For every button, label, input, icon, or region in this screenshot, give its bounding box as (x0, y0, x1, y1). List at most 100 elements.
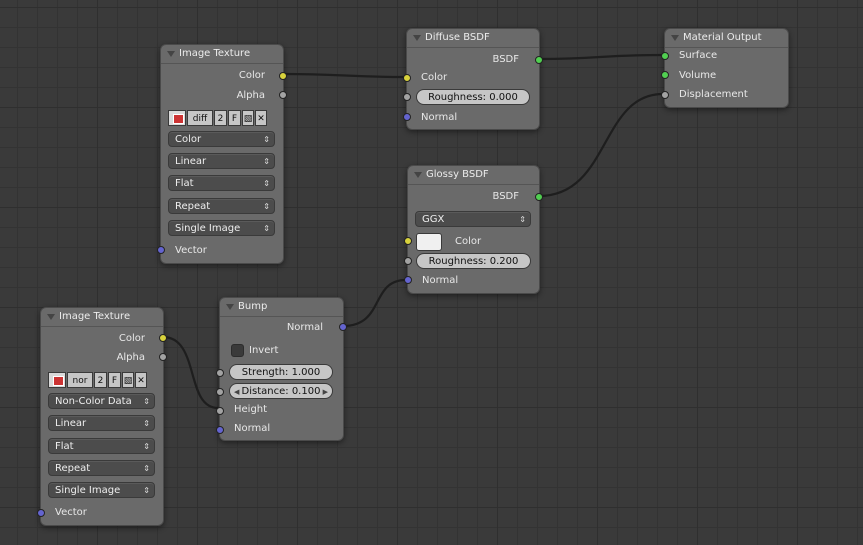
output-color-socket[interactable] (159, 334, 167, 342)
input-surface-socket[interactable] (661, 52, 669, 60)
collapse-triangle-icon[interactable] (226, 304, 234, 310)
input-height-socket[interactable] (216, 407, 224, 415)
roughness-field[interactable]: Roughness: 0.000 (416, 89, 530, 105)
dropdown-arrows-icon: ⇕ (263, 157, 270, 166)
extension-dropdown[interactable]: Repeat ⇕ (48, 460, 155, 476)
image-browse-icon[interactable] (48, 372, 66, 388)
collapse-triangle-icon[interactable] (414, 172, 422, 178)
collapse-triangle-icon[interactable] (671, 35, 679, 41)
fake-user-button[interactable]: F (108, 372, 121, 388)
output-alpha-socket[interactable] (279, 91, 287, 99)
interpolation-dropdown[interactable]: Linear ⇕ (168, 153, 275, 169)
fake-user-button[interactable]: F (228, 110, 241, 126)
input-color-label: Color (455, 236, 482, 247)
strength-field[interactable]: Strength: 1.000 (229, 364, 333, 380)
input-displacement-label: Displacement (679, 89, 748, 100)
link-img2-color-to-bump-height (162, 335, 219, 410)
increment-arrow-icon[interactable]: ▶ (323, 384, 328, 400)
input-color-socket[interactable] (403, 74, 411, 82)
input-roughness-socket[interactable] (404, 257, 412, 265)
input-normal-socket[interactable] (404, 276, 412, 284)
output-bsdf-socket[interactable] (535, 56, 543, 64)
material-output-node[interactable]: Material Output Surface Volume Displacem… (661, 28, 789, 108)
output-normal-label: Normal (286, 322, 323, 333)
color-space-dropdown[interactable]: Non-Color Data ⇕ (48, 393, 155, 409)
input-surface-label: Surface (679, 50, 718, 61)
distance-field[interactable]: ◀ Distance: 0.100 ▶ (229, 383, 333, 399)
node-title: Glossy BSDF (426, 169, 489, 180)
node-header[interactable]: Bump (220, 298, 343, 317)
invert-label: Invert (249, 345, 279, 356)
image-users-count[interactable]: 2 (214, 110, 227, 126)
image-users-count[interactable]: 2 (94, 372, 107, 388)
input-vector-socket[interactable] (157, 246, 165, 254)
unlink-image-icon[interactable]: ✕ (255, 110, 267, 126)
output-normal-socket[interactable] (339, 323, 347, 331)
image-texture-node-nor[interactable]: Image Texture Color Alpha nor 2 F ▧ ✕ No… (37, 307, 167, 526)
projection-dropdown[interactable]: Flat ⇕ (168, 175, 275, 191)
invert-checkbox[interactable] (231, 344, 244, 357)
output-bsdf-socket[interactable] (535, 193, 543, 201)
unlink-image-icon[interactable]: ✕ (135, 372, 147, 388)
distribution-dropdown[interactable]: GGX ⇕ (415, 211, 531, 227)
link-img1-color-to-diffuse-color (282, 72, 406, 79)
image-datablock-row[interactable]: nor 2 F ▧ ✕ (48, 372, 147, 388)
input-strength-socket[interactable] (216, 369, 224, 377)
input-displacement-socket[interactable] (661, 91, 669, 99)
image-browse-icon[interactable] (168, 110, 186, 126)
color-space-dropdown[interactable]: Color ⇕ (168, 131, 275, 147)
input-roughness-socket[interactable] (403, 93, 411, 101)
node-title: Image Texture (179, 48, 251, 59)
node-header[interactable]: Material Output (665, 29, 788, 48)
open-image-icon[interactable]: ▧ (122, 372, 134, 388)
image-datablock-row[interactable]: diff 2 F ▧ ✕ (168, 110, 267, 126)
dropdown-arrows-icon: ⇕ (143, 486, 150, 495)
glossy-bsdf-node[interactable]: Glossy BSDF BSDF GGX ⇕ Color Roughness: 0… (404, 165, 543, 294)
input-normal-socket[interactable] (403, 113, 411, 121)
input-normal-label: Normal (421, 112, 458, 123)
source-dropdown[interactable]: Single Image ⇕ (48, 482, 155, 498)
dropdown-arrows-icon: ⇕ (519, 215, 526, 224)
dropdown-arrows-icon: ⇕ (143, 464, 150, 473)
link-glossy-bsdf-to-output-displacement (538, 92, 664, 198)
image-texture-node-diff[interactable]: Image Texture Color Alpha diff 2 F ▧ ✕ C… (157, 44, 287, 264)
collapse-triangle-icon[interactable] (413, 35, 421, 41)
node-header[interactable]: Image Texture (161, 45, 283, 64)
input-volume-socket[interactable] (661, 71, 669, 79)
input-vector-socket[interactable] (37, 509, 45, 517)
output-color-label: Color (118, 333, 145, 344)
diffuse-bsdf-node[interactable]: Diffuse BSDF BSDF Color Roughness: 0.000… (403, 28, 543, 130)
node-header[interactable]: Diffuse BSDF (407, 29, 539, 48)
output-alpha-socket[interactable] (159, 353, 167, 361)
output-alpha-label: Alpha (236, 90, 265, 101)
projection-dropdown[interactable]: Flat ⇕ (48, 438, 155, 454)
output-color-socket[interactable] (279, 72, 287, 80)
node-title: Diffuse BSDF (425, 32, 490, 43)
roughness-field[interactable]: Roughness: 0.200 (416, 253, 531, 269)
input-vector-label: Vector (175, 245, 207, 256)
collapse-triangle-icon[interactable] (47, 314, 55, 320)
image-name-field[interactable]: nor (67, 372, 93, 388)
decrement-arrow-icon[interactable]: ◀ (234, 384, 239, 400)
interpolation-dropdown[interactable]: Linear ⇕ (48, 415, 155, 431)
bump-node[interactable]: Bump Normal Invert Strength: 1.000 ◀ Dis… (216, 297, 347, 441)
open-image-icon[interactable]: ▧ (242, 110, 254, 126)
dropdown-arrows-icon: ⇕ (143, 442, 150, 451)
extension-dropdown[interactable]: Repeat ⇕ (168, 198, 275, 214)
input-normal-socket[interactable] (216, 426, 224, 434)
node-title: Material Output (683, 32, 762, 43)
output-bsdf-label: BSDF (492, 54, 519, 65)
input-color-socket[interactable] (404, 237, 412, 245)
input-distance-socket[interactable] (216, 388, 224, 396)
node-header[interactable]: Image Texture (41, 308, 163, 327)
node-header[interactable]: Glossy BSDF (408, 166, 539, 185)
dropdown-arrows-icon: ⇕ (263, 135, 270, 144)
link-bump-normal-to-glossy-normal (342, 278, 407, 328)
input-vector-label: Vector (55, 507, 87, 518)
color-swatch[interactable] (416, 233, 442, 251)
source-dropdown[interactable]: Single Image ⇕ (168, 220, 275, 236)
image-name-field[interactable]: diff (187, 110, 213, 126)
link-diffuse-bsdf-to-output-surface (538, 53, 664, 61)
collapse-triangle-icon[interactable] (167, 51, 175, 57)
output-alpha-label: Alpha (116, 352, 145, 363)
